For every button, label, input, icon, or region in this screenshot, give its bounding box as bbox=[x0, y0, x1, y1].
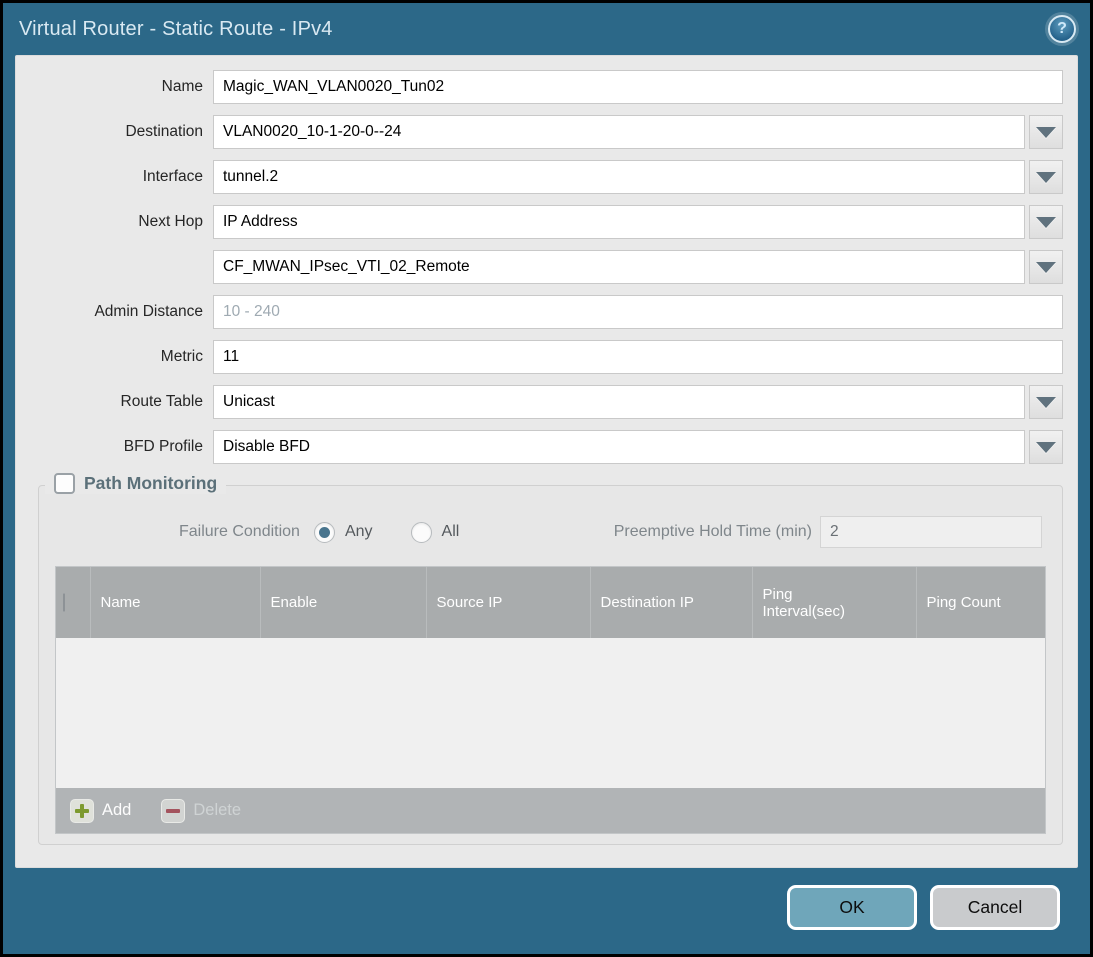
bfd-profile-label: BFD Profile bbox=[30, 438, 213, 456]
form-row-name: Name bbox=[30, 70, 1063, 104]
route-table-input[interactable] bbox=[213, 385, 1025, 419]
form-row-metric: Metric bbox=[30, 340, 1063, 374]
column-header-name[interactable]: Name bbox=[90, 567, 260, 638]
delete-button-label: Delete bbox=[193, 801, 241, 820]
admin-distance-input[interactable] bbox=[213, 295, 1063, 329]
failure-condition-radio-group: Any All bbox=[314, 522, 459, 543]
form-row-route-table: Route Table bbox=[30, 385, 1063, 419]
chevron-down-icon bbox=[1036, 217, 1056, 228]
failure-condition-row: Failure Condition Any All Preemptive Hol… bbox=[59, 515, 1042, 549]
metric-input[interactable] bbox=[213, 340, 1063, 374]
form-row-bfd-profile: BFD Profile bbox=[30, 430, 1063, 464]
next-hop-type-input[interactable] bbox=[213, 205, 1025, 239]
form-row-admin-distance: Admin Distance bbox=[30, 295, 1063, 329]
chevron-down-icon bbox=[1036, 442, 1056, 453]
static-route-dialog: Virtual Router - Static Route - IPv4 ? N… bbox=[3, 3, 1090, 954]
chevron-down-icon bbox=[1036, 262, 1056, 273]
failure-condition-label: Failure Condition bbox=[179, 523, 300, 541]
column-header-enable[interactable]: Enable bbox=[260, 567, 426, 638]
form-row-interface: Interface bbox=[30, 160, 1063, 194]
add-button-label: Add bbox=[102, 801, 131, 820]
dialog-footer: OK Cancel bbox=[787, 885, 1060, 930]
path-monitoring-table: Name Enable Source IP Destination IP Pin… bbox=[55, 566, 1046, 834]
name-input[interactable] bbox=[213, 70, 1063, 104]
interface-label: Interface bbox=[30, 168, 213, 186]
dialog-title: Virtual Router - Static Route - IPv4 bbox=[19, 18, 333, 41]
column-header-source-ip[interactable]: Source IP bbox=[426, 567, 590, 638]
column-header-ping-interval[interactable]: Ping Interval(sec) bbox=[752, 567, 916, 638]
radio-all[interactable]: All bbox=[411, 522, 460, 543]
bfd-profile-input[interactable] bbox=[213, 430, 1025, 464]
chevron-down-icon bbox=[1036, 172, 1056, 183]
preemptive-hold-time-label: Preemptive Hold Time (min) bbox=[614, 523, 820, 541]
next-hop-dropdown-button[interactable] bbox=[1029, 205, 1063, 239]
path-monitoring-title: Path Monitoring bbox=[84, 473, 217, 494]
route-table-label: Route Table bbox=[30, 393, 213, 411]
column-header-ping-count[interactable]: Ping Count bbox=[916, 567, 1045, 638]
select-all-checkbox[interactable] bbox=[63, 593, 65, 612]
column-header-destination-ip[interactable]: Destination IP bbox=[590, 567, 752, 638]
interface-input[interactable] bbox=[213, 160, 1025, 194]
add-button[interactable]: Add bbox=[70, 799, 131, 823]
radio-all-circle[interactable] bbox=[411, 522, 432, 543]
form-row-next-hop-address bbox=[30, 250, 1063, 284]
path-monitoring-section: Path Monitoring Failure Condition Any Al… bbox=[38, 485, 1063, 845]
form-row-destination: Destination bbox=[30, 115, 1063, 149]
path-monitoring-checkbox[interactable] bbox=[54, 473, 75, 494]
ok-button[interactable]: OK bbox=[787, 885, 917, 930]
minus-icon bbox=[161, 799, 185, 823]
radio-any[interactable]: Any bbox=[314, 522, 373, 543]
title-bar: Virtual Router - Static Route - IPv4 ? bbox=[3, 3, 1090, 55]
interface-dropdown-button[interactable] bbox=[1029, 160, 1063, 194]
chevron-down-icon bbox=[1036, 127, 1056, 138]
destination-input[interactable] bbox=[213, 115, 1025, 149]
table-toolbar: Add Delete bbox=[56, 788, 1045, 833]
path-monitoring-legend: Path Monitoring bbox=[45, 473, 226, 494]
delete-button[interactable]: Delete bbox=[161, 799, 241, 823]
plus-icon bbox=[70, 799, 94, 823]
next-hop-address-input[interactable] bbox=[213, 250, 1025, 284]
next-hop-label: Next Hop bbox=[30, 213, 213, 231]
preemptive-hold-time-input[interactable] bbox=[820, 516, 1042, 548]
next-hop-address-dropdown-button[interactable] bbox=[1029, 250, 1063, 284]
bfd-profile-dropdown-button[interactable] bbox=[1029, 430, 1063, 464]
route-table-dropdown-button[interactable] bbox=[1029, 385, 1063, 419]
admin-distance-label: Admin Distance bbox=[30, 303, 213, 321]
chevron-down-icon bbox=[1036, 397, 1056, 408]
content-panel: Name Destination Interface Next Hop bbox=[15, 55, 1078, 868]
destination-dropdown-button[interactable] bbox=[1029, 115, 1063, 149]
radio-all-label: All bbox=[442, 523, 460, 541]
table-empty-body bbox=[56, 638, 1045, 788]
metric-label: Metric bbox=[30, 348, 213, 366]
table-header-row: Name Enable Source IP Destination IP Pin… bbox=[56, 567, 1045, 638]
cancel-button[interactable]: Cancel bbox=[930, 885, 1060, 930]
help-icon[interactable]: ? bbox=[1048, 15, 1076, 43]
name-label: Name bbox=[30, 78, 213, 96]
radio-any-label: Any bbox=[345, 523, 373, 541]
destination-label: Destination bbox=[30, 123, 213, 141]
radio-any-circle[interactable] bbox=[314, 522, 335, 543]
form-row-next-hop: Next Hop bbox=[30, 205, 1063, 239]
